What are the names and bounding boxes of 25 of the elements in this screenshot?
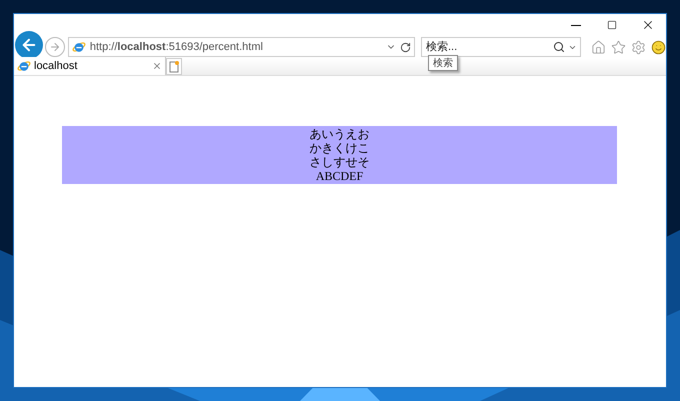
- back-button[interactable]: [15, 31, 43, 59]
- refresh-icon[interactable]: [400, 42, 411, 52]
- star-icon[interactable]: [611, 40, 626, 54]
- text-line: あいうえお: [310, 127, 370, 141]
- text-line: かきくけこ: [310, 141, 370, 155]
- settings-icon[interactable]: [631, 40, 646, 54]
- maximize-icon: [607, 20, 617, 30]
- browser-logo-icon: [17, 59, 31, 73]
- address-field[interactable]: http://localhost:51693/percent.html: [68, 37, 415, 57]
- smiley-icon[interactable]: [651, 40, 666, 54]
- browser-tab[interactable]: localhost: [14, 57, 166, 75]
- text-line: さしすせそ: [310, 155, 370, 169]
- new-tab-button[interactable]: [166, 58, 182, 75]
- home-icon[interactable]: [591, 40, 606, 54]
- forward-arrow-icon: [48, 41, 61, 53]
- tooltip: 検索: [428, 55, 458, 71]
- tab-title: localhost: [34, 58, 78, 74]
- url-text: http://localhost:51693/percent.html: [90, 40, 264, 55]
- search-field[interactable]: 検索...: [421, 37, 581, 57]
- text-line: ABCDEF: [316, 169, 364, 183]
- browser-logo-icon: [72, 40, 86, 54]
- close-tab-icon[interactable]: [152, 61, 162, 71]
- minimize-icon: [571, 24, 581, 26]
- new-page-icon: [169, 60, 179, 72]
- search-icon[interactable]: [553, 41, 565, 53]
